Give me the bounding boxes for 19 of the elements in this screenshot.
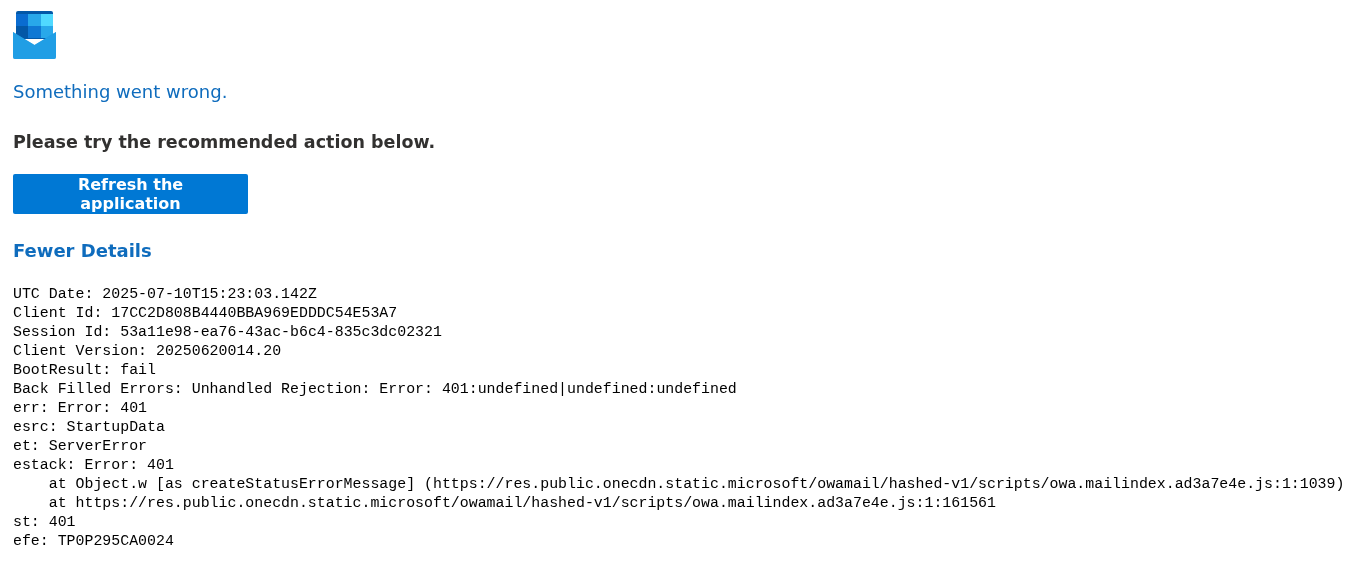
detail-line: UTC Date: 2025-07-10T15:23:03.142Z (13, 285, 318, 304)
refresh-button[interactable]: Refresh the application (13, 174, 248, 214)
stack-trace-line: at Object.w [as createStatusErrorMessage] (https://res.public.onecdn.static.microsoft/owamail/hashed-v1/scripts/owa.mailindex.ad3a7e4e.js:1:1039) (47, 475, 1345, 494)
detail-line: Client Id: 17CC2D808B4440BBA969EDDDC54E53A7 (13, 304, 399, 323)
mail-logo-icon (13, 11, 56, 59)
detail-line: et: ServerError (13, 437, 149, 456)
detail-line: estack: Error: 401 (13, 456, 175, 475)
details-toggle-link[interactable]: Fewer Details (13, 240, 152, 261)
detail-line: BootResult: fail (13, 361, 157, 380)
detail-line: efe: TP0P295CA0024 (13, 532, 175, 551)
error-title: Something went wrong. (13, 81, 228, 102)
detail-line: Session Id: 53a11e98-ea76-43ac-b6c4-835c3dc02321 (13, 323, 443, 342)
detail-line: esrc: StartupData (13, 418, 166, 437)
error-message: Please try the recommended action below. (13, 132, 436, 152)
detail-line: err: Error: 401 (13, 399, 149, 418)
detail-line: Client Version: 20250620014.20 (13, 342, 283, 361)
detail-line: Back Filled Errors: Unhandled Rejection: Error: 401:undefined|undefined:undefined (13, 380, 738, 399)
detail-line: st: 401 (13, 513, 77, 532)
stack-trace-line: at https://res.public.onecdn.static.microsoft/owamail/hashed-v1/scripts/owa.mailindex.ad3a7e4e.js:1:161561 (47, 494, 997, 513)
